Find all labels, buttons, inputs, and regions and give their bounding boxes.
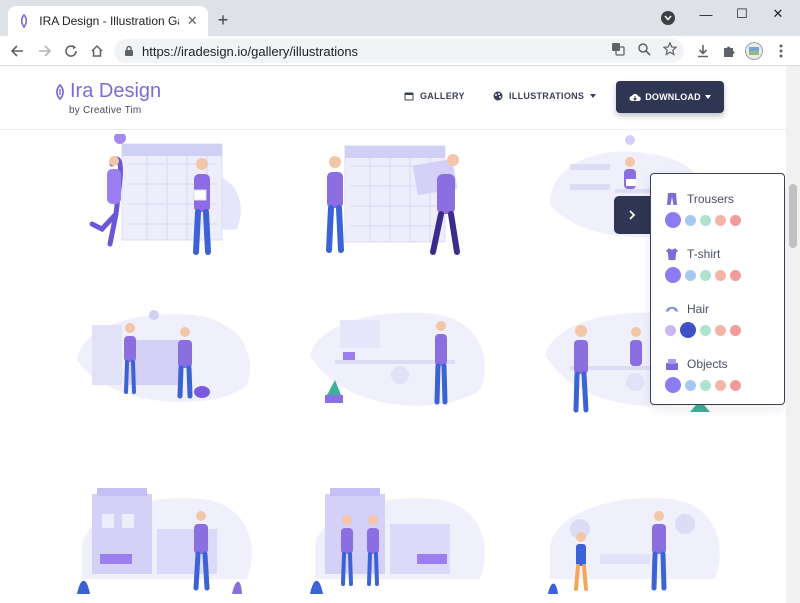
illustration-room-1[interactable] <box>72 300 262 430</box>
home-icon <box>91 44 103 57</box>
tab-search-icon[interactable] <box>661 11 675 25</box>
color-swatch[interactable] <box>665 267 681 283</box>
forward-button[interactable] <box>34 40 56 62</box>
color-swatch[interactable] <box>730 214 741 226</box>
brand-subtitle: by Creative Tim <box>69 105 142 116</box>
nav-illustrations[interactable]: ILLUSTRATIONS <box>493 91 597 101</box>
illustration-calendar-2[interactable] <box>305 134 495 264</box>
tab-title: IRA Design - Illustration Gallery <box>39 14 178 28</box>
color-swatch[interactable] <box>715 324 726 336</box>
browser-toolbar: https://iradesign.io/gallery/illustratio… <box>0 36 800 66</box>
cloud-download-icon <box>629 94 641 101</box>
color-swatch[interactable] <box>700 324 711 336</box>
illustration-street-2[interactable] <box>305 484 495 603</box>
group-label: T-shirt <box>687 247 721 261</box>
tshirt-icon <box>666 248 678 260</box>
forward-arrow-icon <box>39 45 52 57</box>
lock-icon <box>125 45 133 56</box>
new-tab-button[interactable]: + <box>212 9 234 31</box>
group-label: Hair <box>687 302 710 316</box>
profile-avatar[interactable] <box>745 42 763 60</box>
illustration-park-1[interactable] <box>540 484 730 603</box>
group-label: Trousers <box>687 192 734 206</box>
color-swatch[interactable] <box>700 214 711 226</box>
page-scrollbar[interactable] <box>786 66 800 603</box>
color-swatch[interactable] <box>665 212 681 228</box>
home-button[interactable] <box>86 40 108 62</box>
chevron-right-icon <box>629 210 636 220</box>
color-swatch[interactable] <box>665 324 676 336</box>
color-swatch[interactable] <box>730 269 741 281</box>
color-swatch[interactable] <box>715 379 726 391</box>
bookmark-star-icon[interactable] <box>662 41 678 57</box>
objects-icon <box>666 359 678 370</box>
color-swatch[interactable] <box>715 214 726 226</box>
brand-logo[interactable]: Ira Design by Creative Tim <box>54 80 161 116</box>
scrollbar-thumb[interactable] <box>789 184 797 248</box>
color-swatch[interactable] <box>730 324 741 336</box>
calendar-icon <box>404 92 414 101</box>
more-menu-icon[interactable] <box>772 42 790 60</box>
ira-logo-icon <box>16 13 31 29</box>
address-bar[interactable]: https://iradesign.io/gallery/illustratio… <box>114 39 684 63</box>
palette-icon <box>493 91 503 101</box>
color-swatch[interactable] <box>685 379 696 391</box>
color-swatch[interactable] <box>730 379 741 391</box>
back-arrow-icon <box>10 45 23 57</box>
illustration-calendar-1[interactable] <box>72 134 262 264</box>
customizer-panel: Trousers T-shirt Hair Objects <box>650 173 785 405</box>
download-arrow-icon[interactable] <box>694 42 712 60</box>
web-page: Ira Design by Creative Tim GALLERY ILLUS… <box>0 66 800 603</box>
translate-icon[interactable] <box>610 41 626 57</box>
customizer-group-objects: Objects <box>665 355 781 393</box>
color-swatch[interactable] <box>685 269 696 281</box>
color-swatch[interactable] <box>700 379 711 391</box>
url-text: https://iradesign.io/gallery/illustratio… <box>142 43 359 59</box>
illustration-street-1[interactable] <box>72 484 262 603</box>
close-tab-icon[interactable]: ✕ <box>185 13 200 29</box>
brand-name: Ira Design <box>70 80 162 102</box>
customizer-group-trousers: Trousers <box>665 190 781 228</box>
minimize-button[interactable]: — <box>695 4 717 24</box>
caret-down-icon <box>704 95 711 99</box>
color-swatch[interactable] <box>685 214 696 226</box>
ira-logo-icon <box>56 83 64 100</box>
color-swatch[interactable] <box>680 322 696 338</box>
download-button[interactable]: DOWNLOAD <box>616 81 724 113</box>
maximize-button[interactable]: ☐ <box>731 4 753 24</box>
trousers-icon <box>667 193 677 205</box>
browser-tabstrip: IRA Design - Illustration Gallery ✕ + — … <box>0 0 800 36</box>
customizer-group-hair: Hair <box>665 300 781 338</box>
site-header: Ira Design by Creative Tim GALLERY ILLUS… <box>0 66 786 130</box>
color-swatch[interactable] <box>665 377 681 393</box>
reload-button[interactable] <box>60 40 82 62</box>
hair-icon <box>666 306 678 312</box>
close-window-button[interactable]: ✕ <box>767 4 789 24</box>
extensions-puzzle-icon[interactable] <box>720 42 738 60</box>
customizer-group-tshirt: T-shirt <box>665 245 781 283</box>
illustration-desk-1[interactable] <box>305 300 495 430</box>
color-swatch[interactable] <box>700 269 711 281</box>
browser-tab[interactable]: IRA Design - Illustration Gallery ✕ <box>8 6 208 36</box>
group-label: Objects <box>687 357 728 371</box>
zoom-icon[interactable] <box>636 41 652 57</box>
reload-icon <box>65 45 77 57</box>
customizer-toggle-button[interactable] <box>614 196 650 234</box>
nav-gallery[interactable]: GALLERY <box>404 91 465 101</box>
color-swatch[interactable] <box>715 269 726 281</box>
caret-down-icon <box>590 94 597 98</box>
back-button[interactable] <box>6 40 28 62</box>
